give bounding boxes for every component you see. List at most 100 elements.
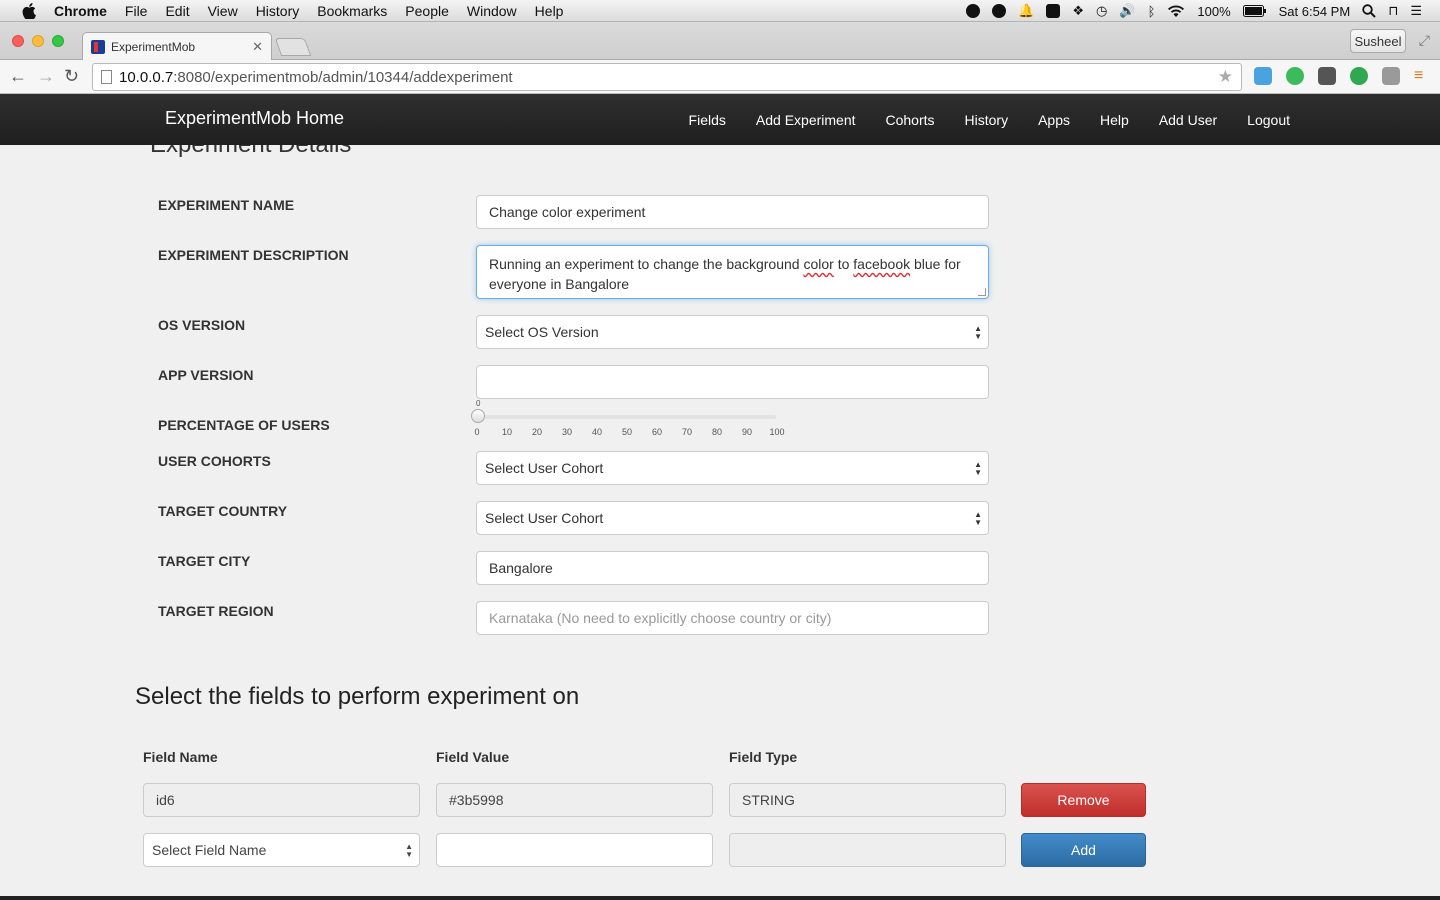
- slider-tick: 90: [741, 427, 753, 437]
- nav-fields[interactable]: Fields: [689, 112, 726, 128]
- slider-track[interactable]: [476, 415, 776, 419]
- page-icon: [101, 70, 112, 84]
- menu-app-name[interactable]: Chrome: [54, 3, 107, 19]
- window-bottom-edge: [0, 896, 1440, 900]
- clock[interactable]: Sat 6:54 PM: [1279, 4, 1351, 19]
- chrome-menu-icon[interactable]: ≡: [1414, 67, 1432, 85]
- browser-tab-active[interactable]: ExperimentMob ✕: [82, 32, 272, 60]
- field-value-input[interactable]: [436, 833, 713, 867]
- label-target-city: TARGET CITY: [158, 553, 251, 569]
- select-arrows-icon: ▲ ▼: [405, 842, 413, 859]
- fullscreen-icon[interactable]: ⤢: [1419, 32, 1430, 49]
- add-field-button[interactable]: Add: [1021, 833, 1146, 867]
- slider-tick: 70: [681, 427, 693, 437]
- user-cohort-select[interactable]: Select User Cohort ▲ ▼: [476, 451, 989, 485]
- forward-arrow-icon[interactable]: →: [37, 66, 55, 87]
- nav-logout[interactable]: Logout: [1247, 112, 1290, 128]
- os-version-selected: Select OS Version: [485, 324, 599, 340]
- extension-pocket-icon[interactable]: [1318, 67, 1336, 85]
- notification-bell-icon[interactable]: 🔔: [1018, 3, 1034, 19]
- dropbox-icon[interactable]: ❖: [1072, 3, 1084, 19]
- bookmark-star-icon[interactable]: ★: [1218, 67, 1233, 87]
- menu-people[interactable]: People: [405, 3, 449, 19]
- menu-view[interactable]: View: [208, 3, 238, 19]
- url-path: :8080/experimentmob/admin/10344/addexper…: [173, 68, 513, 86]
- field-type-display: [729, 833, 1006, 867]
- menu-edit[interactable]: Edit: [165, 3, 189, 19]
- label-user-cohorts: USER COHORTS: [158, 453, 271, 469]
- window-zoom-button[interactable]: [52, 35, 64, 47]
- hangouts-icon[interactable]: [966, 4, 981, 18]
- os-version-select[interactable]: Select OS Version ▲ ▼: [476, 315, 989, 349]
- back-arrow-icon[interactable]: ←: [9, 66, 27, 87]
- field-name-readonly: id6: [143, 783, 420, 817]
- slider-handle[interactable]: [471, 409, 485, 423]
- battery-icon[interactable]: [1242, 5, 1267, 17]
- user-account-icon[interactable]: ⊓: [1388, 3, 1398, 19]
- field-name-select[interactable]: Select Field Name ▲ ▼: [143, 833, 420, 867]
- nav-apps[interactable]: Apps: [1038, 112, 1070, 128]
- menu-bookmarks[interactable]: Bookmarks: [317, 3, 387, 19]
- profile-button[interactable]: Susheel: [1350, 29, 1406, 53]
- time-machine-icon[interactable]: ◷: [1096, 3, 1107, 19]
- label-target-country: TARGET COUNTRY: [158, 503, 288, 519]
- fields-section-title: Select the fields to perform experiment …: [135, 683, 580, 710]
- nav-add-experiment[interactable]: Add Experiment: [756, 112, 856, 128]
- header-field-value: Field Value: [436, 749, 510, 765]
- slider-tick: 0: [474, 427, 480, 437]
- battery-percent: 100%: [1197, 3, 1231, 19]
- spotlight-search-icon[interactable]: [1362, 4, 1376, 18]
- target-country-selected: Select User Cohort: [485, 510, 604, 526]
- slider-tick: 80: [711, 427, 723, 437]
- experiment-name-input[interactable]: Change color experiment: [476, 195, 989, 229]
- slider-tick: 40: [591, 427, 603, 437]
- header-field-type: Field Type: [729, 749, 798, 765]
- chat-bubble-icon[interactable]: [992, 4, 1007, 18]
- volume-icon[interactable]: 🔊: [1119, 3, 1135, 19]
- site-navbar: ExperimentMob Home Fields Add Experiment…: [0, 94, 1440, 145]
- brand-home-link[interactable]: ExperimentMob Home: [165, 108, 344, 129]
- target-country-select[interactable]: Select User Cohort ▲ ▼: [476, 501, 989, 535]
- status-tray: 🔔 ❖ ◷ 🔊 ᛒ 100% Sat 6:54 PM ⊓ ☰: [960, 0, 1440, 22]
- wifi-icon[interactable]: [1167, 4, 1185, 18]
- remove-field-button[interactable]: Remove: [1021, 783, 1146, 817]
- header-field-name: Field Name: [143, 749, 218, 765]
- nav-history[interactable]: History: [965, 112, 1009, 128]
- notification-center-icon[interactable]: ☰: [1410, 3, 1422, 19]
- nav-help[interactable]: Help: [1100, 112, 1129, 128]
- extension-c-icon[interactable]: [1254, 67, 1272, 85]
- reload-icon[interactable]: ↻: [64, 66, 79, 87]
- resize-handle[interactable]: [978, 288, 986, 296]
- app-version-input[interactable]: [476, 365, 989, 399]
- field-name-selected: Select Field Name: [152, 842, 267, 858]
- extension-power-icon[interactable]: [1350, 67, 1368, 85]
- menu-history[interactable]: History: [256, 3, 300, 19]
- menu-window[interactable]: Window: [467, 3, 517, 19]
- label-app-version: APP VERSION: [158, 367, 254, 383]
- percentage-slider[interactable]: 0 0 10 20 30 40 50 60 70 80 90 100: [471, 399, 786, 439]
- apple-icon[interactable]: [20, 2, 38, 19]
- select-arrows-icon: ▲ ▼: [974, 460, 982, 477]
- address-bar[interactable]: 10.0.0.7:8080/experimentmob/admin/10344/…: [92, 63, 1242, 91]
- experiment-description-textarea[interactable]: Running an experiment to change the back…: [476, 245, 989, 299]
- label-percentage-of-users: PERCENTAGE OF USERS: [158, 417, 330, 433]
- slider-tick: 60: [651, 427, 663, 437]
- new-tab-button[interactable]: [274, 38, 312, 56]
- nav-add-user[interactable]: Add User: [1159, 112, 1217, 128]
- shield-check-icon[interactable]: [1046, 4, 1061, 18]
- field-value-readonly: #3b5998: [436, 783, 713, 817]
- extension-recycle-icon[interactable]: [1382, 67, 1400, 85]
- target-city-input[interactable]: Bangalore: [476, 551, 989, 585]
- extension-hangouts-icon[interactable]: [1286, 67, 1304, 85]
- select-arrows-icon: ▲ ▼: [974, 510, 982, 527]
- menu-help[interactable]: Help: [535, 3, 564, 19]
- tab-title: ExperimentMob: [111, 39, 196, 54]
- window-minimize-button[interactable]: [32, 35, 44, 47]
- menu-file[interactable]: File: [125, 3, 148, 19]
- window-close-button[interactable]: [12, 35, 24, 47]
- tab-close-icon[interactable]: ✕: [252, 39, 263, 55]
- target-region-input[interactable]: Karnataka (No need to explicitly choose …: [476, 601, 989, 635]
- nav-cohorts[interactable]: Cohorts: [886, 112, 935, 128]
- select-arrows-icon: ▲ ▼: [974, 324, 982, 341]
- bluetooth-icon[interactable]: ᛒ: [1148, 4, 1156, 19]
